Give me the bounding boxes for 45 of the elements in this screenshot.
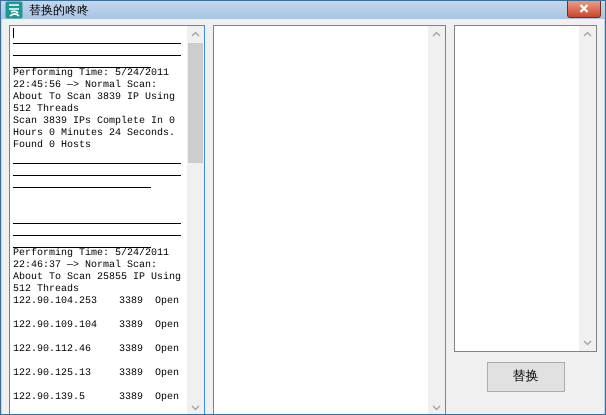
ip-address: 122.90.104.253	[13, 296, 98, 308]
scrollbar[interactable]	[187, 26, 204, 414]
port-status: Open	[155, 296, 180, 308]
scroll-up-icon[interactable]	[583, 31, 592, 37]
port-number: 3389	[119, 344, 144, 356]
port-number: 3389	[119, 320, 144, 332]
port-number: 3389	[119, 392, 144, 404]
scroll-down-icon[interactable]	[432, 405, 441, 411]
log-line: 22:45:56 —> Normal Scan:	[13, 80, 158, 92]
port-status: Open	[155, 368, 180, 380]
right-text-area[interactable]	[454, 25, 597, 352]
scrollbar-thumb[interactable]	[188, 43, 203, 163]
port-status: Open	[155, 320, 180, 332]
ip-address: 122.90.109.104	[13, 320, 98, 332]
close-icon	[579, 4, 589, 12]
log-line: Hours 0 Minutes 24 Seconds.	[13, 128, 176, 140]
text-cursor	[13, 28, 14, 38]
log-text-area[interactable]	[9, 25, 205, 414]
scroll-down-icon[interactable]	[191, 405, 200, 411]
scroll-up-icon[interactable]	[432, 31, 441, 37]
ip-address: 122.90.112.46	[13, 344, 92, 356]
port-number: 3389	[119, 368, 144, 380]
window-title: 替换的咚咚	[29, 2, 89, 19]
log-line: About To Scan 3839 IP Using	[13, 92, 176, 104]
log-line: 512 Threads	[13, 284, 80, 296]
port-status: Open	[155, 344, 180, 356]
scrollbar[interactable]	[579, 26, 596, 351]
middle-text-area[interactable]	[213, 25, 446, 414]
replace-button[interactable]: 替换	[486, 362, 564, 392]
close-button[interactable]	[567, 1, 601, 18]
ip-address: 122.90.125.13	[13, 368, 92, 380]
scroll-down-icon[interactable]	[583, 340, 592, 346]
ip-address: 122.90.139.5	[13, 392, 86, 404]
scrollbar[interactable]	[428, 26, 445, 414]
log-line: Scan 3839 IPs Complete In 0	[13, 116, 176, 128]
log-line: Found 0 Hosts	[13, 140, 92, 152]
app-logo-icon	[5, 1, 23, 19]
log-line: 22:46:37 —> Normal Scan:	[13, 260, 158, 272]
port-number: 3389	[119, 296, 144, 308]
log-line: 512 Threads	[13, 104, 80, 116]
port-status: Open	[155, 392, 180, 404]
log-line: About To Scan 25855 IP Using	[13, 272, 182, 284]
log-line: Performing Time: 5/24/2011	[13, 68, 170, 80]
log-line: Performing Time: 5/24/2011	[13, 248, 170, 260]
scroll-up-icon[interactable]	[191, 31, 200, 37]
